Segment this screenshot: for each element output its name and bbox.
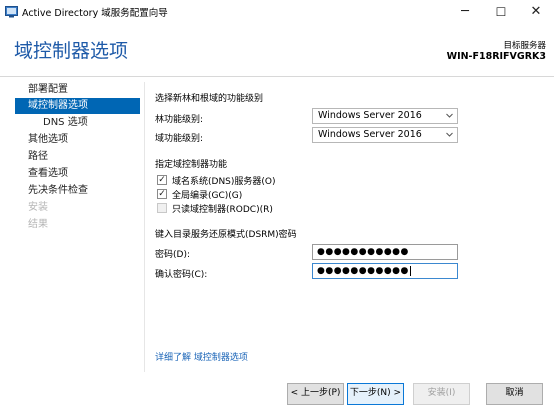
- rodc-checkbox: [157, 203, 167, 213]
- nav-item-paths[interactable]: 路径: [15, 149, 140, 165]
- domain-level-value: Windows Server 2016: [318, 129, 422, 140]
- forest-level-select[interactable]: Windows Server 2016: [312, 108, 458, 124]
- global-catalog-label: 全局编录(GC)(G): [172, 191, 243, 201]
- maximize-button[interactable]: ☐: [483, 0, 519, 24]
- target-server-label: 目标服务器: [503, 41, 546, 51]
- target-server-name: WIN-F18RIFVGRK3: [446, 51, 546, 62]
- learn-more-link[interactable]: 详细了解 域控制器选项: [155, 350, 248, 363]
- confirm-password-label: 确认密码(C):: [155, 270, 208, 280]
- nav-item-review[interactable]: 查看选项: [15, 166, 140, 182]
- minimize-button[interactable]: ─: [447, 0, 483, 24]
- nav-item-dc-options[interactable]: 域控制器选项: [15, 98, 140, 114]
- forest-level-label: 林功能级别:: [155, 115, 204, 125]
- page-title: 域控制器选项: [14, 40, 129, 62]
- nav-item-deployment[interactable]: 部署配置: [15, 82, 140, 98]
- nav-divider: [144, 82, 145, 372]
- password-label: 密码(D):: [155, 250, 190, 260]
- nav-item-additional-options[interactable]: 其他选项: [15, 132, 140, 148]
- dns-server-label: 域名系统(DNS)服务器(O): [172, 177, 276, 187]
- server-manager-icon: [5, 6, 18, 18]
- next-button[interactable]: 下一步(N) >: [347, 383, 404, 405]
- back-button[interactable]: < 上一步(P): [287, 383, 344, 405]
- nav-item-dns-options[interactable]: DNS 选项: [15, 115, 140, 131]
- header-divider: [0, 76, 554, 77]
- forest-level-value: Windows Server 2016: [318, 110, 422, 121]
- confirm-password-value: ●●●●●●●●●●●: [317, 266, 409, 276]
- password-value: ●●●●●●●●●●●: [317, 247, 409, 257]
- nav-item-prereq[interactable]: 先决条件检查: [15, 183, 140, 199]
- nav-item-results: 结果: [28, 219, 48, 230]
- dsrm-heading: 键入目录服务还原模式(DSRM)密码: [155, 230, 297, 240]
- domain-level-label: 域功能级别:: [155, 134, 204, 144]
- nav-item-install: 安装: [28, 202, 48, 213]
- domain-level-select[interactable]: Windows Server 2016: [312, 127, 458, 143]
- dns-server-checkbox[interactable]: ✓: [157, 175, 167, 185]
- install-button: 安装(I): [413, 383, 470, 405]
- password-field[interactable]: ●●●●●●●●●●●: [312, 244, 458, 260]
- chevron-down-icon: [446, 132, 453, 137]
- cancel-button[interactable]: 取消: [486, 383, 543, 405]
- dc-capabilities-heading: 指定域控制器功能: [155, 160, 228, 170]
- title-bar: Active Directory 域服务配置向导 ─ ☐ ✕: [0, 0, 554, 24]
- close-button[interactable]: ✕: [518, 0, 554, 24]
- functional-level-heading: 选择新林和根域的功能级别: [155, 94, 264, 104]
- confirm-password-field[interactable]: ●●●●●●●●●●●: [312, 263, 458, 279]
- global-catalog-checkbox[interactable]: ✓: [157, 189, 167, 199]
- text-caret: [409, 265, 411, 276]
- window-title: Active Directory 域服务配置向导: [22, 8, 168, 19]
- rodc-label: 只读域控制器(RODC)(R): [172, 205, 273, 215]
- chevron-down-icon: [446, 113, 453, 118]
